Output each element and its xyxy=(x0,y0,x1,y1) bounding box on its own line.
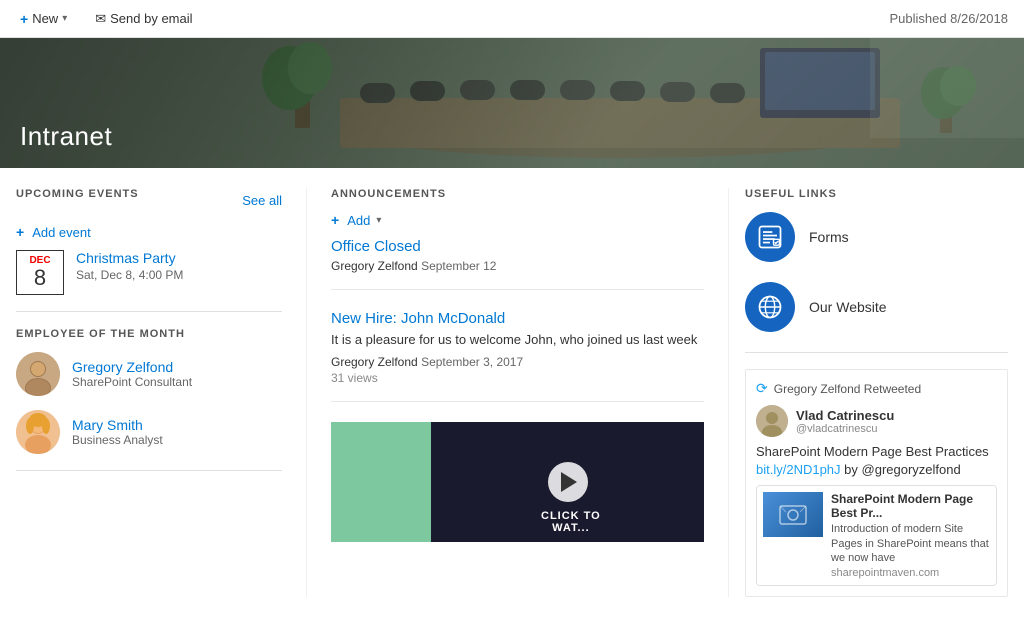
main-content: UPCOMING EVENTS See all + Add event DEC … xyxy=(0,168,1024,597)
tweet-username: Vlad Catrinescu xyxy=(796,408,894,423)
forms-label: Forms xyxy=(809,229,849,245)
upcoming-events-title: UPCOMING EVENTS xyxy=(16,188,139,200)
tweet-avatar xyxy=(756,405,788,437)
divider-1 xyxy=(16,311,282,312)
ann-author-1: Gregory Zelfond xyxy=(331,355,418,369)
play-triangle-icon xyxy=(561,472,577,492)
plus-icon: + xyxy=(20,11,28,27)
divider-3 xyxy=(745,352,1008,353)
tweet-card-img xyxy=(763,492,823,537)
add-event-icon: + xyxy=(16,224,24,240)
hero-title: Intranet xyxy=(0,105,132,168)
avatar-gregory xyxy=(16,352,60,396)
emp-name-gregory[interactable]: Gregory Zelfond xyxy=(72,359,192,375)
retweet-header: ⟳ Gregory Zelfond Retweeted xyxy=(756,380,997,397)
forms-icon xyxy=(745,212,795,262)
ann-date-text-0: September 12 xyxy=(421,259,496,273)
tweet-card[interactable]: SharePoint Modern Page Best Pr... Introd… xyxy=(756,485,997,586)
add-announcement-button[interactable]: + Add ▾ xyxy=(331,212,381,228)
send-email-label: Send by email xyxy=(110,11,192,26)
toolbar-left: + New ▾ ✉ Send by email xyxy=(16,9,197,29)
send-email-button[interactable]: ✉ Send by email xyxy=(91,9,196,29)
ann-title-1[interactable]: New Hire: John McDonald xyxy=(331,310,704,327)
tweet-by: by @gregoryzelfond xyxy=(844,462,961,477)
event-info: Christmas Party Sat, Dec 8, 4:00 PM xyxy=(76,250,183,282)
video-green-panel xyxy=(331,422,431,542)
avatar-mary xyxy=(16,410,60,454)
useful-links-title: USEFUL LINKS xyxy=(745,188,1008,200)
add-announcement-label: Add xyxy=(347,213,370,228)
event-time: Sat, Dec 8, 4:00 PM xyxy=(76,268,183,282)
tweet-avatar-svg xyxy=(756,405,788,437)
tweet-user-row: Vlad Catrinescu @vladcatrinescu xyxy=(756,405,997,437)
retweet-icon: ⟳ xyxy=(756,380,768,397)
employee-section-title: EMPLOYEE OF THE MONTH xyxy=(16,328,282,340)
announcements-title: ANNOUNCEMENTS xyxy=(331,188,704,200)
middle-column: ANNOUNCEMENTS + Add ▾ Office Closed Greg… xyxy=(306,188,728,597)
globe-icon xyxy=(745,282,795,332)
add-announcement-chevron: ▾ xyxy=(376,215,381,226)
hero-banner: Intranet xyxy=(0,38,1024,168)
hero-image-decoration xyxy=(0,38,1024,168)
ann-views-1: 31 views xyxy=(331,371,704,385)
event-name[interactable]: Christmas Party xyxy=(76,250,183,266)
right-column: USEFUL LINKS Forms xyxy=(728,188,1008,597)
add-announcement-icon: + xyxy=(331,212,339,228)
published-status: Published 8/26/2018 xyxy=(889,11,1008,26)
event-day: 8 xyxy=(17,266,63,290)
event-date-box: DEC 8 xyxy=(16,250,64,295)
add-event-button[interactable]: + Add event xyxy=(16,224,91,240)
new-button[interactable]: + New ▾ xyxy=(16,9,71,29)
ann-title-0[interactable]: Office Closed xyxy=(331,238,704,255)
ann-meta-1: Gregory Zelfond September 3, 2017 xyxy=(331,355,704,369)
retweeted-by: Gregory Zelfond Retweeted xyxy=(774,382,921,396)
video-caption: CLICK TOWAT... xyxy=(541,510,601,534)
useful-link-forms[interactable]: Forms xyxy=(745,212,1008,262)
tweet-text: SharePoint Modern Page Best Practices bi… xyxy=(756,443,997,479)
tweet-card-desc: Introduction of modern Site Pages in Sha… xyxy=(831,522,990,565)
toolbar: + New ▾ ✉ Send by email Published 8/26/2… xyxy=(0,0,1024,38)
divider-2 xyxy=(16,470,282,471)
emp-name-mary[interactable]: Mary Smith xyxy=(72,417,163,433)
video-player[interactable]: CLICK TOWAT... xyxy=(431,422,704,542)
play-button[interactable] xyxy=(548,462,588,502)
useful-link-website[interactable]: Our Website xyxy=(745,282,1008,332)
ann-date-text-1: September 3, 2017 xyxy=(421,355,523,369)
emp-details-mary: Mary Smith Business Analyst xyxy=(72,417,163,447)
emp-details-gregory: Gregory Zelfond SharePoint Consultant xyxy=(72,359,192,389)
forms-svg xyxy=(756,223,784,251)
see-all-link[interactable]: See all xyxy=(242,193,282,208)
tweet-card-img-icon xyxy=(778,500,808,530)
tweet-link[interactable]: bit.ly/2ND1phJ xyxy=(756,462,841,477)
chevron-down-icon: ▾ xyxy=(62,13,67,24)
upcoming-events-header: UPCOMING EVENTS See all xyxy=(16,188,282,212)
emp-title-mary: Business Analyst xyxy=(72,433,163,447)
ann-author-0: Gregory Zelfond xyxy=(331,259,418,273)
ann-body-1: It is a pleasure for us to welcome John,… xyxy=(331,331,704,349)
announcement-item-0: Office Closed Gregory Zelfond September … xyxy=(331,238,704,290)
new-label: New xyxy=(32,11,58,26)
emp-title-gregory: SharePoint Consultant xyxy=(72,375,192,389)
add-event-label: Add event xyxy=(32,225,91,240)
tweet-user-info: Vlad Catrinescu @vladcatrinescu xyxy=(796,408,894,435)
video-area: CLICK TOWAT... xyxy=(331,422,704,542)
tweet-card-title: SharePoint Modern Page Best Pr... xyxy=(831,492,990,520)
tweet-section: ⟳ Gregory Zelfond Retweeted Vlad Catrine… xyxy=(745,369,1008,597)
tweet-card-header: SharePoint Modern Page Best Pr... Introd… xyxy=(757,486,996,585)
ann-meta-0: Gregory Zelfond September 12 xyxy=(331,259,704,273)
website-label: Our Website xyxy=(809,299,887,315)
employee-item-gregory: Gregory Zelfond SharePoint Consultant xyxy=(16,352,282,396)
tweet-handle: @vladcatrinescu xyxy=(796,423,894,435)
announcement-item-1: New Hire: John McDonald It is a pleasure… xyxy=(331,310,704,402)
left-column: UPCOMING EVENTS See all + Add event DEC … xyxy=(16,188,306,597)
tweet-card-body: SharePoint Modern Page Best Pr... Introd… xyxy=(831,492,990,579)
employee-item-mary: Mary Smith Business Analyst xyxy=(16,410,282,454)
email-icon: ✉ xyxy=(95,11,106,27)
event-item: DEC 8 Christmas Party Sat, Dec 8, 4:00 P… xyxy=(16,250,282,295)
tweet-card-domain: sharepointmaven.com xyxy=(831,567,990,579)
globe-svg xyxy=(756,293,784,321)
